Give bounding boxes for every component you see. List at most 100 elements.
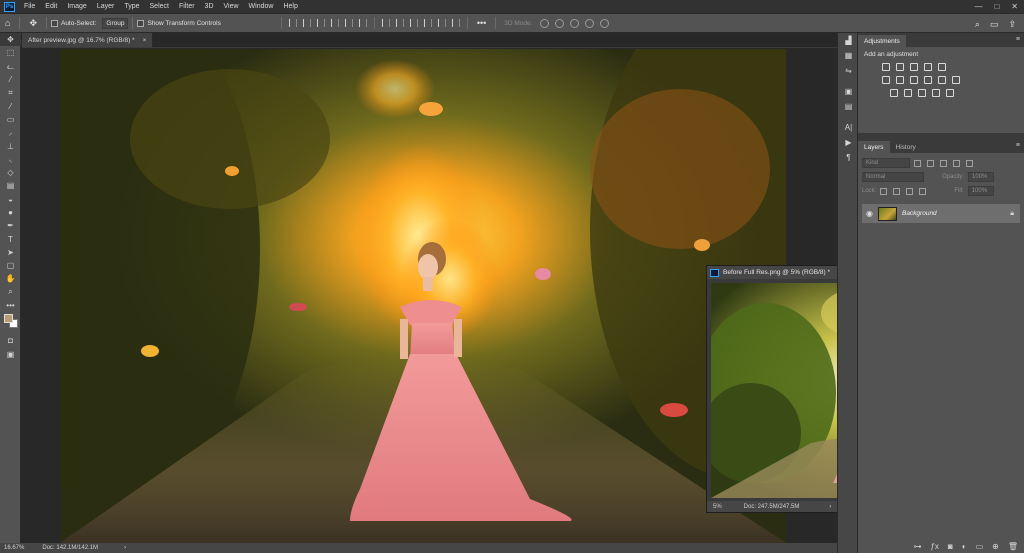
document-canvas[interactable]: [60, 49, 786, 543]
distribute-middle-icon[interactable]: [395, 19, 404, 27]
brightness-icon[interactable]: [882, 63, 890, 71]
panel-menu-icon[interactable]: ≡: [1016, 36, 1020, 43]
menu-filter[interactable]: Filter: [174, 0, 200, 13]
lock-pixels-icon[interactable]: [880, 187, 888, 195]
pixel-filter-icon[interactable]: [914, 159, 921, 167]
status-menu-arrow[interactable]: ›: [124, 545, 126, 551]
auto-select-checkbox[interactable]: Auto-Select:: [50, 19, 96, 27]
type-tool-icon[interactable]: T: [0, 232, 21, 245]
brush-settings-icon[interactable]: ▦: [838, 48, 859, 63]
kind-filter-dropdown[interactable]: Kind: [862, 158, 910, 168]
orbit-3d-icon[interactable]: [540, 18, 550, 28]
menu-window[interactable]: Window: [244, 0, 279, 13]
slide-3d-icon[interactable]: [585, 18, 595, 28]
healing-tool-icon[interactable]: ▭: [0, 113, 21, 126]
hand-tool-icon[interactable]: ✋: [0, 272, 21, 285]
foreground-color-swatch[interactable]: [4, 314, 13, 324]
workspace-icon[interactable]: ▭: [990, 19, 999, 30]
libraries-icon[interactable]: ▣: [838, 84, 859, 99]
hue-saturation-icon[interactable]: [882, 76, 890, 84]
distribute-top-icon[interactable]: [381, 19, 390, 27]
floating-status-menu-arrow[interactable]: ›: [829, 504, 831, 510]
menu-view[interactable]: View: [219, 0, 244, 13]
menu-3d[interactable]: 3D: [200, 0, 219, 13]
new-adjustment-icon[interactable]: ◐: [962, 542, 967, 551]
marquee-tool-icon[interactable]: ⬚: [0, 46, 21, 59]
lock-icon[interactable]: 🔒︎: [1010, 210, 1014, 218]
align-bottom-icon[interactable]: [358, 19, 367, 27]
quick-mask-icon[interactable]: ◘: [0, 334, 21, 347]
align-top-icon[interactable]: [330, 19, 339, 27]
visibility-eye-icon[interactable]: ◉: [866, 209, 873, 218]
tab-layers[interactable]: Layers: [858, 141, 890, 153]
lock-position-icon[interactable]: [893, 187, 901, 195]
distribute-center-icon[interactable]: [437, 19, 446, 27]
delete-layer-icon[interactable]: 🗑︎: [1008, 542, 1018, 551]
roll-3d-icon[interactable]: [555, 18, 565, 28]
menu-layer[interactable]: Layer: [92, 0, 120, 13]
show-transform-checkbox[interactable]: Show Transform Controls: [137, 19, 221, 27]
paths-icon[interactable]: ¶: [838, 150, 859, 165]
zoom-level[interactable]: 16.67%: [4, 545, 24, 551]
eraser-tool-icon[interactable]: ◇: [0, 166, 21, 179]
blend-mode-dropdown[interactable]: Normal: [862, 172, 924, 182]
channel-mixer-icon[interactable]: [938, 76, 946, 84]
move-icon[interactable]: ✥: [29, 18, 37, 29]
align-right-icon[interactable]: [316, 19, 325, 27]
distribute-right-icon[interactable]: [451, 19, 460, 27]
swatches-icon[interactable]: ▤: [838, 99, 859, 114]
crop-tool-icon[interactable]: ⌗: [0, 86, 21, 99]
tab-adjustments[interactable]: Adjustments: [858, 35, 906, 47]
dodge-tool-icon[interactable]: ●: [0, 206, 21, 219]
close-button[interactable]: ✕: [1011, 2, 1018, 11]
clone-stamp-tool-icon[interactable]: ⊥: [0, 139, 21, 152]
new-group-icon[interactable]: ▭: [976, 542, 984, 551]
black-white-icon[interactable]: [910, 76, 918, 84]
move-tool-icon[interactable]: ✥: [0, 33, 21, 47]
maximize-button[interactable]: □: [994, 2, 999, 11]
close-tab-icon[interactable]: ×: [143, 37, 147, 44]
menu-select[interactable]: Select: [145, 0, 174, 13]
threshold-icon[interactable]: [918, 89, 926, 97]
photo-filter-icon[interactable]: [924, 76, 932, 84]
scale-3d-icon[interactable]: [600, 18, 610, 28]
histogram-icon[interactable]: ▟: [838, 33, 859, 48]
search-icon[interactable]: ⌕: [975, 19, 980, 30]
adjustment-filter-icon[interactable]: [927, 159, 934, 167]
actions-icon[interactable]: ▶: [838, 135, 859, 150]
edit-toolbar-icon[interactable]: •••: [0, 299, 21, 312]
screen-mode-icon[interactable]: ▣: [0, 348, 21, 361]
path-select-tool-icon[interactable]: ➤: [0, 246, 21, 259]
lasso-tool-icon[interactable]: ᓚ: [0, 60, 21, 73]
menu-help[interactable]: Help: [278, 0, 302, 13]
menu-type[interactable]: Type: [119, 0, 144, 13]
menu-image[interactable]: Image: [62, 0, 91, 13]
minimize-button[interactable]: —: [974, 2, 982, 11]
exposure-icon[interactable]: [924, 63, 932, 71]
type-filter-icon[interactable]: [940, 159, 947, 167]
panel-menu-icon[interactable]: ≡: [1016, 142, 1020, 149]
curves-icon[interactable]: [910, 63, 918, 71]
gradient-tool-icon[interactable]: ▤: [0, 179, 21, 192]
posterize-icon[interactable]: [904, 89, 912, 97]
color-balance-icon[interactable]: [896, 76, 904, 84]
zoom-tool-icon[interactable]: ⌕: [0, 286, 21, 299]
gradient-map-icon[interactable]: [932, 89, 940, 97]
distribute-left-icon[interactable]: [423, 19, 432, 27]
opacity-field[interactable]: 100%: [968, 172, 995, 182]
fill-field[interactable]: 100%: [967, 186, 994, 196]
link-layers-icon[interactable]: ⊶: [913, 542, 921, 551]
new-layer-icon[interactable]: ⊕: [992, 542, 999, 551]
menu-file[interactable]: File: [19, 0, 40, 13]
selective-color-icon[interactable]: [946, 89, 954, 97]
lock-artboard-icon[interactable]: [906, 187, 914, 195]
blur-tool-icon[interactable]: ◒: [0, 193, 21, 206]
layer-row-background[interactable]: ◉ Background 🔒︎: [862, 204, 1020, 223]
align-left-icon[interactable]: [288, 19, 297, 27]
fx-icon[interactable]: ƒx: [930, 542, 938, 551]
properties-icon[interactable]: ⇋: [838, 63, 859, 78]
history-brush-tool-icon[interactable]: ⸜: [0, 153, 21, 166]
menu-edit[interactable]: Edit: [40, 0, 62, 13]
brush-tool-icon[interactable]: ⸝: [0, 126, 21, 139]
rectangle-tool-icon[interactable]: ▢: [0, 259, 21, 272]
